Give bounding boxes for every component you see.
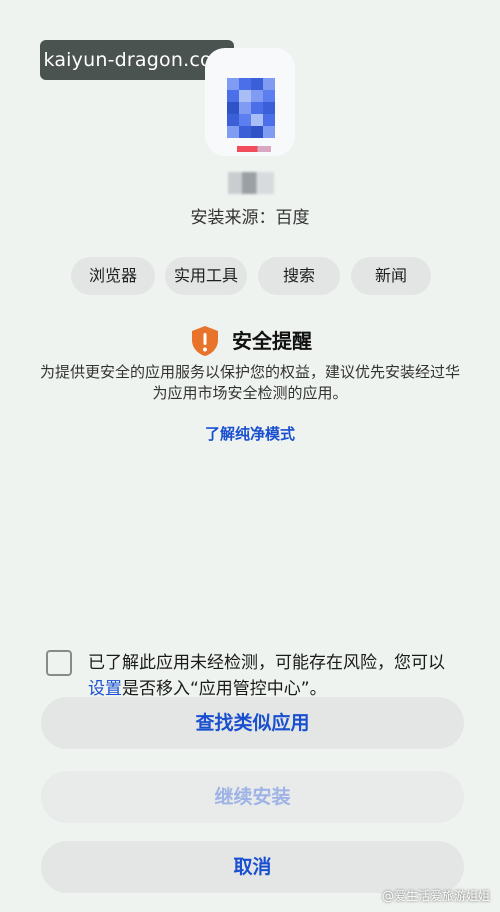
warning-title: 安全提醒	[232, 329, 312, 353]
tag-search[interactable]: 搜索	[258, 257, 340, 295]
app-icon-badge	[237, 146, 271, 152]
mosaic-tile	[239, 78, 251, 90]
mosaic-tile	[251, 126, 263, 138]
install-source: 安装来源：百度	[190, 208, 310, 228]
continue-install-button[interactable]: 继续安装	[41, 771, 464, 823]
app-icon	[205, 48, 295, 156]
shield-warning-icon	[192, 326, 218, 356]
risk-consent-checkbox[interactable]	[46, 650, 72, 676]
mosaic-tile	[251, 102, 263, 114]
settings-link[interactable]: 设置	[88, 679, 122, 699]
mosaic-tile	[239, 114, 251, 126]
mosaic-tile	[251, 90, 263, 102]
find-similar-apps-button[interactable]: 查找类似应用	[41, 697, 464, 749]
mosaic-tile	[227, 126, 239, 138]
pure-mode-link[interactable]: 了解纯净模式	[0, 423, 500, 444]
mosaic-tile	[227, 102, 239, 114]
tag-browser[interactable]: 浏览器	[71, 257, 155, 295]
tag-utilities[interactable]: 实用工具	[165, 257, 247, 295]
tag-news[interactable]: 新闻	[351, 257, 431, 295]
category-tags: 浏览器 实用工具 搜索 新闻	[71, 257, 431, 297]
mosaic-tile	[263, 114, 275, 126]
mosaic-tile	[227, 78, 239, 90]
consent-text-part2: 是否移入“应用管控中心”。	[122, 679, 327, 699]
mosaic-tile	[239, 102, 251, 114]
app-icon-mosaic	[227, 78, 275, 138]
mosaic-tile	[263, 102, 275, 114]
mosaic-tile	[263, 126, 275, 138]
corner-watermark: @爱生活爱旅游姐姐	[381, 889, 490, 903]
mosaic-tile	[251, 114, 263, 126]
mosaic-tile	[239, 90, 251, 102]
warning-description: 为提供更安全的应用服务以保护您的权益，建议优先安装经过华为应用市场安全检测的应用…	[39, 363, 460, 402]
mosaic-tile	[263, 78, 275, 90]
mosaic-tile	[227, 90, 239, 102]
mosaic-tile	[263, 90, 275, 102]
mosaic-tile	[239, 126, 251, 138]
app-name-blurred	[228, 172, 274, 194]
security-warning: 安全提醒	[0, 322, 500, 358]
mosaic-tile	[251, 78, 263, 90]
consent-text-part1: 已了解此应用未经检测，可能存在风险，您可以	[88, 653, 445, 673]
mosaic-tile	[227, 114, 239, 126]
risk-consent-text: 已了解此应用未经检测，可能存在风险，您可以设置是否移入“应用管控中心”。	[88, 650, 458, 702]
cancel-button[interactable]: 取消	[41, 841, 464, 893]
